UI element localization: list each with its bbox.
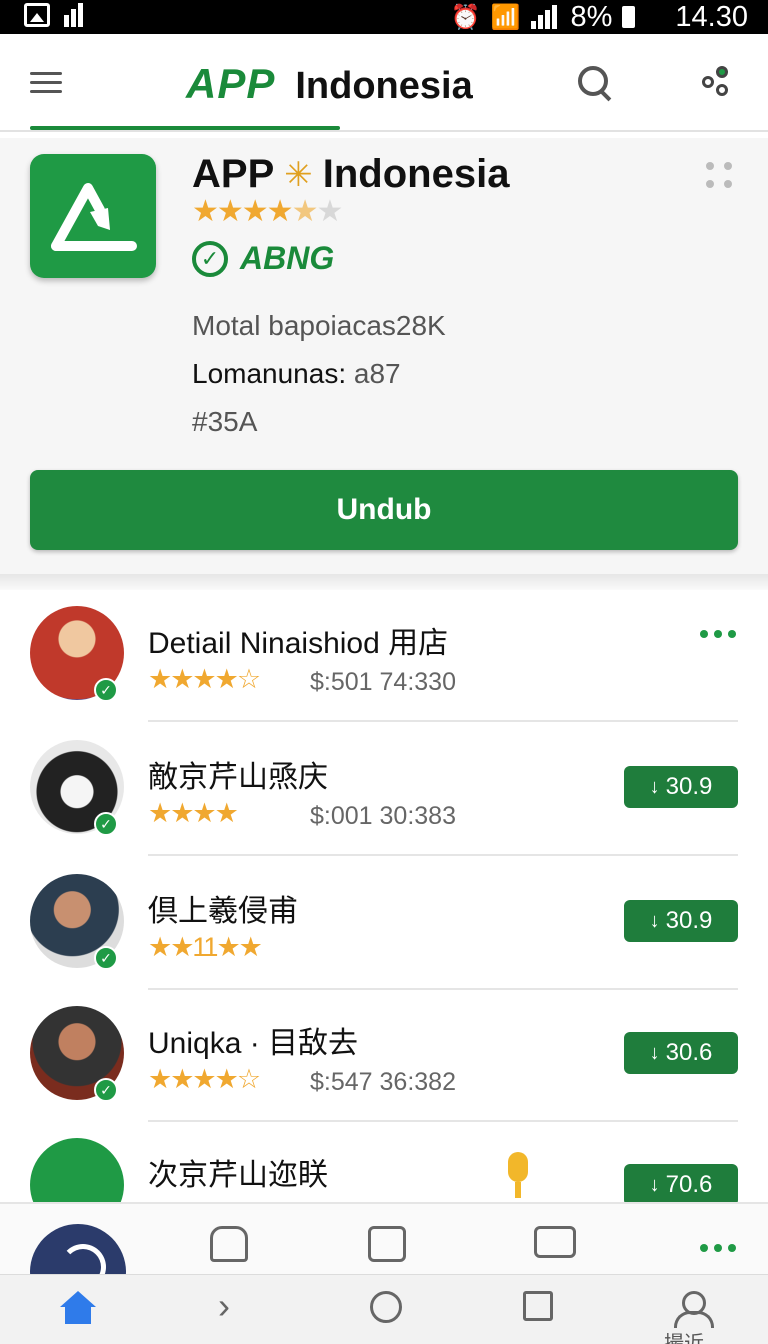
bottom-nav: › 撮近 — [0, 1274, 768, 1344]
list-item-stars: ★★★★☆ — [148, 1064, 261, 1094]
clipboard-check-icon[interactable] — [368, 1226, 406, 1262]
image-icon — [24, 3, 50, 27]
check-icon: ✓ — [192, 240, 228, 277]
list-item-stars: ★★★★☆ — [148, 664, 261, 694]
search-icon[interactable] — [578, 66, 612, 100]
download-count-button[interactable]: ↓ 70.6 — [624, 1164, 738, 1206]
download-button[interactable]: Undub — [30, 470, 738, 550]
section-divider — [0, 574, 768, 590]
spark-icon: ✳ — [284, 155, 313, 194]
meta-label: Lomanunas: — [192, 358, 347, 389]
list-item-subtitle: $:001 30:383 — [310, 802, 456, 830]
list-item-stars: ★★11★★ — [148, 932, 263, 962]
list-item-title: 敵京芹山焏庆 — [148, 761, 328, 794]
shortcut-bar — [0, 1202, 768, 1320]
verified-check-icon: ✓ — [94, 1078, 118, 1102]
brand-name: Indonesia — [295, 65, 473, 107]
pill-value: 30.9 — [665, 773, 713, 800]
pill-value: 70.6 — [665, 1171, 713, 1198]
share-icon[interactable] — [700, 66, 732, 96]
brand: APP Indonesia — [186, 60, 473, 108]
download-count-button[interactable]: ↓ 30.9 — [624, 766, 738, 808]
profile-icon[interactable] — [674, 1291, 714, 1331]
list-item[interactable]: ✓ 倶上羲侵甫 ★★11★★ ↓ 30.9 — [0, 858, 768, 990]
circle-icon[interactable] — [370, 1291, 402, 1323]
verified-check-icon: ✓ — [94, 946, 118, 970]
pill-value: 30.6 — [665, 1039, 713, 1066]
chevron-right-icon[interactable]: › — [218, 1288, 246, 1325]
app-title-name: Indonesia — [322, 152, 510, 196]
divider — [148, 720, 738, 722]
download-arrow-icon: ↓ — [649, 909, 660, 932]
app-meta-line: #35A — [192, 406, 258, 437]
verified-label: ABNG — [240, 240, 335, 276]
divider — [148, 854, 738, 856]
checkbox-icon[interactable] — [534, 1226, 576, 1258]
bulb-icon — [502, 1152, 534, 1200]
app-logo-icon — [30, 154, 156, 278]
app-title: APP ✳ Indonesia — [192, 152, 509, 197]
list-item-title: Uniqka · 目敌去 — [148, 1027, 359, 1060]
download-arrow-icon: ↓ — [649, 775, 660, 798]
list-item[interactable]: ✓ 敵京芹山焏庆 ★★★★ $:001 30:383 ↓ 30.9 — [0, 724, 768, 856]
battery-text: 8% — [570, 0, 613, 33]
verified-check-icon: ✓ — [94, 678, 118, 702]
pill-value: 30.9 — [665, 907, 713, 934]
signal-icon — [530, 5, 561, 29]
status-bar: ⏰ 📶 8% 14.30 — [0, 0, 768, 34]
app-detail-card: APP ✳ Indonesia ★★★★★★ ✓ ABNG Motal bapo… — [0, 138, 768, 574]
download-count-button[interactable]: ↓ 30.6 — [624, 1032, 738, 1074]
menu-icon[interactable] — [30, 72, 62, 93]
list-item[interactable]: ✓ Uniqka · 目敌去 ★★★★☆ $:547 36:382 ↓ 30.6 — [0, 990, 768, 1122]
brand-logo-text: APP — [186, 60, 276, 107]
list-item-stars: ★★★★ — [148, 798, 239, 828]
app-meta-line: Lomanunas: a87 — [192, 358, 401, 390]
wifi-icon: 📶 — [490, 3, 521, 31]
app-title-prefix: APP — [192, 152, 275, 196]
app-rating-stars: ★★★★★★ — [192, 195, 343, 228]
download-arrow-icon: ↓ — [649, 1041, 660, 1064]
chef-hat-icon[interactable] — [210, 1226, 248, 1262]
list-item[interactable]: ✓ Detiail Ninaishiod 用店 ★★★★☆ $:501 74:3… — [0, 590, 768, 722]
profile-label: 撮近 — [664, 1333, 704, 1344]
meta-value: a87 — [353, 358, 401, 389]
verified-check-icon: ✓ — [94, 812, 118, 836]
clock: 14.30 — [675, 0, 748, 33]
home-icon[interactable] — [60, 1291, 96, 1325]
download-count-button[interactable]: ↓ 30.9 — [624, 900, 738, 942]
more-options-icon[interactable] — [700, 630, 736, 638]
verified-badge: ✓ ABNG — [192, 240, 334, 277]
app-meta-line: Motal bapoiacas28K — [192, 310, 446, 341]
app-bar: APP Indonesia — [0, 34, 768, 132]
square-icon[interactable] — [523, 1291, 553, 1321]
list-item-title: Detiail Ninaishiod 用店 — [148, 627, 449, 660]
list-item-subtitle: $:547 36:382 — [310, 1068, 456, 1096]
battery-icon — [622, 6, 636, 28]
tab-indicator — [30, 126, 340, 130]
alarm-icon: ⏰ — [450, 3, 481, 31]
list-item-title: 次京芹山迩眹 — [148, 1159, 328, 1192]
download-arrow-icon: ↓ — [649, 1173, 660, 1196]
grid-menu-icon[interactable] — [706, 162, 732, 188]
list-item-title: 倶上羲侵甫 — [148, 895, 298, 928]
list-item-subtitle: $:501 74:330 — [310, 668, 456, 696]
more-options-icon[interactable] — [700, 1244, 736, 1252]
chart-icon — [64, 3, 88, 27]
